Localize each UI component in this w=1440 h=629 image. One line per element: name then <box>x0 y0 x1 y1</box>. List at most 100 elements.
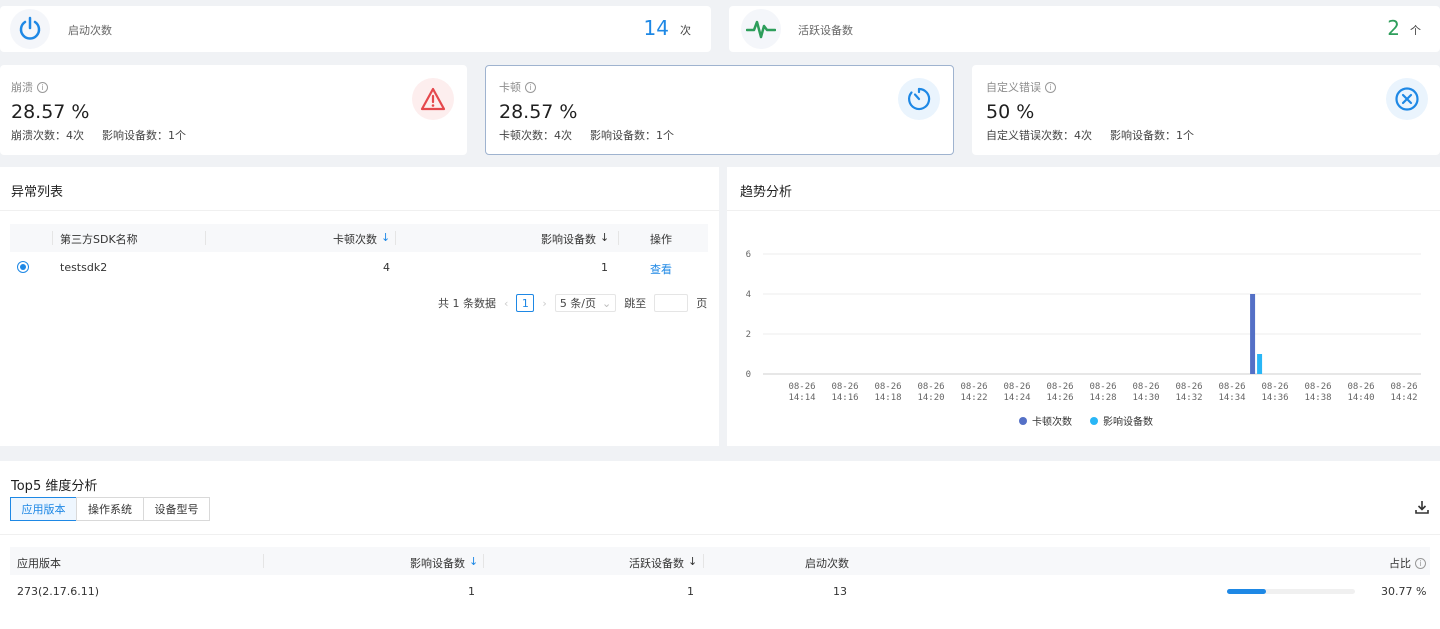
col-sep <box>395 231 396 245</box>
y-tick-label: 6 <box>746 250 751 260</box>
sort-down-icon[interactable]: ↓ <box>381 231 390 247</box>
active-devices: 1 <box>687 585 694 598</box>
active-devices-label: 活跃设备数 <box>798 24 853 37</box>
lag-rate: 28.57 % <box>499 101 578 123</box>
x-tick-label: 08-26 14:18 <box>874 382 901 403</box>
col-lag-count[interactable]: 卡顿次数 ↓ <box>333 231 390 247</box>
col-sep <box>618 231 619 245</box>
col-app-version: 应用版本 <box>17 557 61 570</box>
top5-table-header <box>10 547 1430 575</box>
row-radio[interactable] <box>17 261 29 273</box>
col-sep <box>52 231 53 245</box>
x-tick-label: 08-26 14:20 <box>917 382 944 403</box>
col-active-devices[interactable]: 活跃设备数 ↓ <box>629 555 697 571</box>
launch-count-value: 14 <box>643 16 669 40</box>
affected-devices: 1 <box>468 585 475 598</box>
x-tick-label: 08-26 14:38 <box>1304 382 1331 403</box>
next-page-icon[interactable]: › <box>542 297 546 310</box>
top5-panel: Top5 维度分析 应用版本 操作系统 设备型号 应用版本 影响设备数 ↓ 活跃设… <box>0 461 1440 629</box>
trend-panel: 趋势分析 0 2 4 6 08-26 14:14 08-26 14:16 08-26 14:18 0… <box>727 167 1440 446</box>
sort-down-icon[interactable]: ↓ <box>469 555 478 571</box>
jump-label: 跳至 <box>624 297 647 310</box>
table-row[interactable]: testsdk2 4 1 查看 <box>10 253 708 281</box>
crash-title: 崩溃 i <box>11 79 48 95</box>
lag-card[interactable]: 卡顿 i 28.57 % 卡顿次数：4次 影响设备数：1个 <box>485 65 954 155</box>
pulse-icon <box>741 9 781 49</box>
download-icon[interactable] <box>1414 499 1430 515</box>
app-version: 273(2.17.6.11) <box>17 585 100 598</box>
custom-error-card[interactable]: 自定义错误 i 50 % 自定义错误次数：4次 影响设备数：1个 <box>972 65 1440 155</box>
launch-count-label: 启动次数 <box>68 24 112 37</box>
page-size-select[interactable]: 5 条/页 ⌄ <box>554 294 617 312</box>
crash-details: 崩溃次数：4次 影响设备数：1个 <box>11 129 186 142</box>
trend-chart-svg: 0 2 4 6 08-26 14:14 08-26 14:16 08-26 14:18 08-26 1… <box>746 250 1421 403</box>
active-devices-unit: 个 <box>1410 24 1421 37</box>
launch-count-card: 启动次数 14 次 <box>0 6 711 52</box>
sort-down-icon[interactable]: ↓ <box>600 231 609 247</box>
info-icon: i <box>1415 557 1426 569</box>
power-icon <box>10 9 50 49</box>
top5-title: Top5 维度分析 <box>11 479 98 494</box>
info-icon: i <box>525 81 536 93</box>
trend-title: 趋势分析 <box>740 185 793 200</box>
legend-affected-devices[interactable]: 影响设备数 <box>1090 413 1153 428</box>
y-tick-label: 0 <box>746 370 751 380</box>
chart-bar-lag-count[interactable] <box>1250 294 1256 374</box>
lag-count: 4 <box>383 261 390 274</box>
x-tick-label: 08-26 14:36 <box>1261 382 1288 403</box>
info-icon: i <box>37 81 48 93</box>
x-tick-label: 08-26 14:16 <box>831 382 858 403</box>
affected-devices: 1 <box>601 261 608 274</box>
page-suffix: 页 <box>696 297 708 310</box>
x-tick-label: 08-26 14:14 <box>788 382 815 403</box>
col-sep <box>483 554 484 568</box>
x-tick-label: 08-26 14:24 <box>1003 382 1030 403</box>
custom-error-rate: 50 % <box>986 101 1035 123</box>
col-sep <box>263 554 264 568</box>
col-launches: 启动次数 <box>805 557 849 570</box>
legend-lag-count[interactable]: 卡顿次数 <box>1019 413 1072 428</box>
col-sdk-name: 第三方SDK名称 <box>60 233 138 246</box>
x-tick-label: 08-26 14:42 <box>1390 382 1417 403</box>
jump-input[interactable] <box>654 294 689 312</box>
x-tick-label: 08-26 14:40 <box>1347 382 1374 403</box>
ratio-value: 30.77 % <box>1381 585 1427 598</box>
custom-error-title: 自定义错误 i <box>986 79 1056 95</box>
col-affected-devices[interactable]: 影响设备数 ↓ <box>541 231 609 247</box>
active-devices-value: 2 <box>1387 16 1400 40</box>
col-sep <box>703 554 704 568</box>
x-tick-label: 08-26 14:34 <box>1218 382 1245 403</box>
launch-count-unit: 次 <box>680 24 691 37</box>
ratio-progress-fill <box>1227 589 1267 594</box>
exception-list-panel: 异常列表 第三方SDK名称 卡顿次数 ↓ 影响设备数 ↓ 操作 testsdk2 4… <box>0 167 719 446</box>
launches: 13 <box>833 585 847 598</box>
ratio-progress <box>1227 589 1355 594</box>
page-1-button[interactable]: 1 <box>516 294 535 312</box>
sort-down-icon[interactable]: ↓ <box>688 555 697 571</box>
lag-details: 卡顿次数：4次 影响设备数：1个 <box>499 129 674 142</box>
table-row[interactable]: 273(2.17.6.11) 1 1 13 30.77 % <box>10 577 1430 605</box>
col-affected-devices[interactable]: 影响设备数 ↓ <box>410 555 478 571</box>
custom-error-details: 自定义错误次数：4次 影响设备数：1个 <box>986 129 1194 142</box>
prev-page-icon[interactable]: ‹ <box>504 297 508 310</box>
tab-os[interactable]: 操作系统 <box>76 497 144 521</box>
x-tick-label: 08-26 14:28 <box>1089 382 1116 403</box>
chart-bar-affected-devices[interactable] <box>1257 354 1263 374</box>
x-tick-label: 08-26 14:32 <box>1175 382 1202 403</box>
tab-device-model[interactable]: 设备型号 <box>143 497 210 521</box>
x-tick-label: 08-26 14:26 <box>1046 382 1073 403</box>
view-link[interactable]: 查看 <box>650 261 672 277</box>
x-tick-label: 08-26 14:22 <box>960 382 987 403</box>
tab-app-version[interactable]: 应用版本 <box>10 497 77 521</box>
crash-card[interactable]: 崩溃 i 28.57 % 崩溃次数：4次 影响设备数：1个 <box>0 65 467 155</box>
total-count: 共 1 条数据 <box>438 297 496 310</box>
divider <box>0 534 1440 535</box>
warning-triangle-icon <box>412 78 454 120</box>
divider <box>0 210 719 211</box>
exception-list-title: 异常列表 <box>11 185 64 200</box>
chevron-down-icon: ⌄ <box>602 296 612 310</box>
col-ratio: 占比 i <box>1389 555 1426 571</box>
info-icon: i <box>1045 81 1056 93</box>
lag-title: 卡顿 i <box>499 79 536 95</box>
crash-rate: 28.57 % <box>11 101 90 123</box>
